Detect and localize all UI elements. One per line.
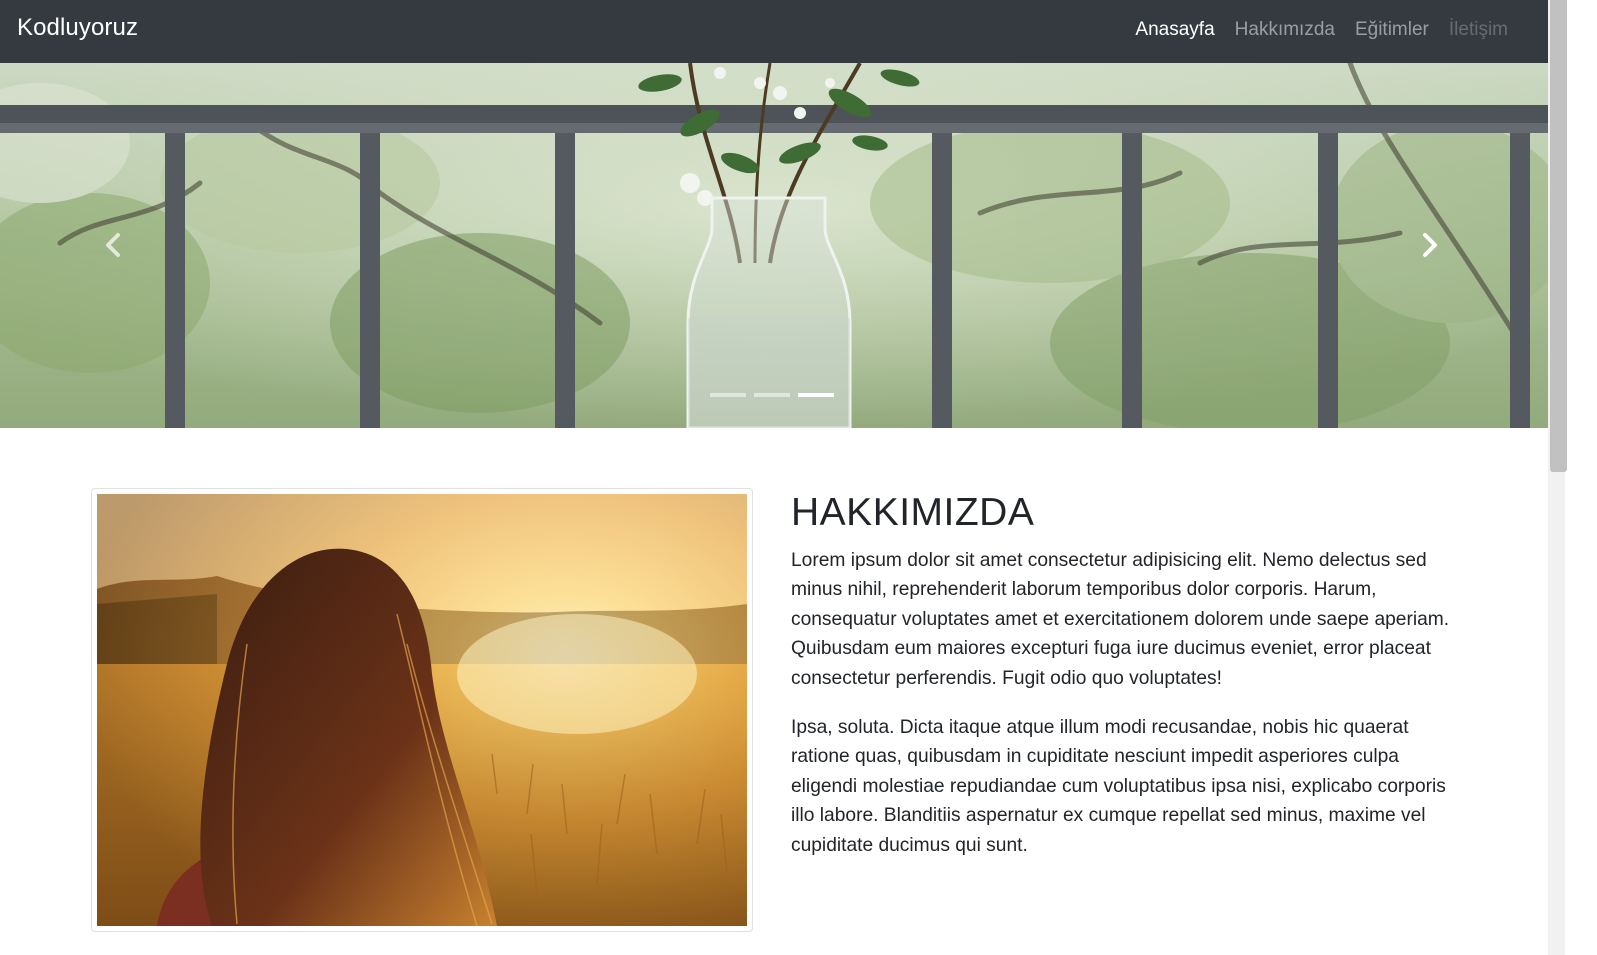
carousel-prev-button[interactable] bbox=[98, 227, 128, 263]
carousel-indicator-1[interactable] bbox=[710, 393, 746, 397]
chevron-left-icon bbox=[106, 233, 120, 257]
nav-link-hakkimizda[interactable]: Hakkımızda bbox=[1225, 18, 1345, 42]
about-paragraph-1: Lorem ipsum dolor sit amet consectetur a… bbox=[791, 550, 1450, 689]
nav-link-anasayfa[interactable]: Anasayfa bbox=[1125, 18, 1224, 42]
nav-links: Anasayfa Hakkımızda Eğitimler İletişim bbox=[1125, 18, 1518, 42]
chevron-right-icon bbox=[1423, 233, 1437, 257]
about-title: HAKKIMIZDA bbox=[791, 491, 1035, 534]
page-scrollbar-thumb[interactable] bbox=[1550, 0, 1567, 472]
carousel-indicators bbox=[710, 393, 834, 397]
carousel-indicator-3[interactable] bbox=[798, 393, 834, 397]
vase-on-balcony-photo bbox=[0, 63, 1548, 428]
hero-carousel bbox=[0, 63, 1548, 428]
carousel-indicator-2[interactable] bbox=[754, 393, 790, 397]
nav-link-iletisim: İletişim bbox=[1448, 19, 1508, 40]
about-section: HAKKIMIZDA Lorem ipsum dolor sit amet co… bbox=[791, 488, 1451, 860]
carousel-next-button[interactable] bbox=[1415, 227, 1445, 263]
about-paragraph-2: Ipsa, soluta. Dicta itaque atque illum m… bbox=[791, 717, 1446, 856]
navbar-brand[interactable]: Kodluyoruz bbox=[17, 14, 138, 42]
girl-in-sunset-field-photo bbox=[97, 494, 747, 926]
navbar: Kodluyoruz Anasayfa Hakkımızda Eğitimler… bbox=[0, 0, 1548, 63]
about-image-thumbnail bbox=[91, 488, 753, 932]
nav-link-egitimler[interactable]: Eğitimler bbox=[1345, 18, 1439, 42]
